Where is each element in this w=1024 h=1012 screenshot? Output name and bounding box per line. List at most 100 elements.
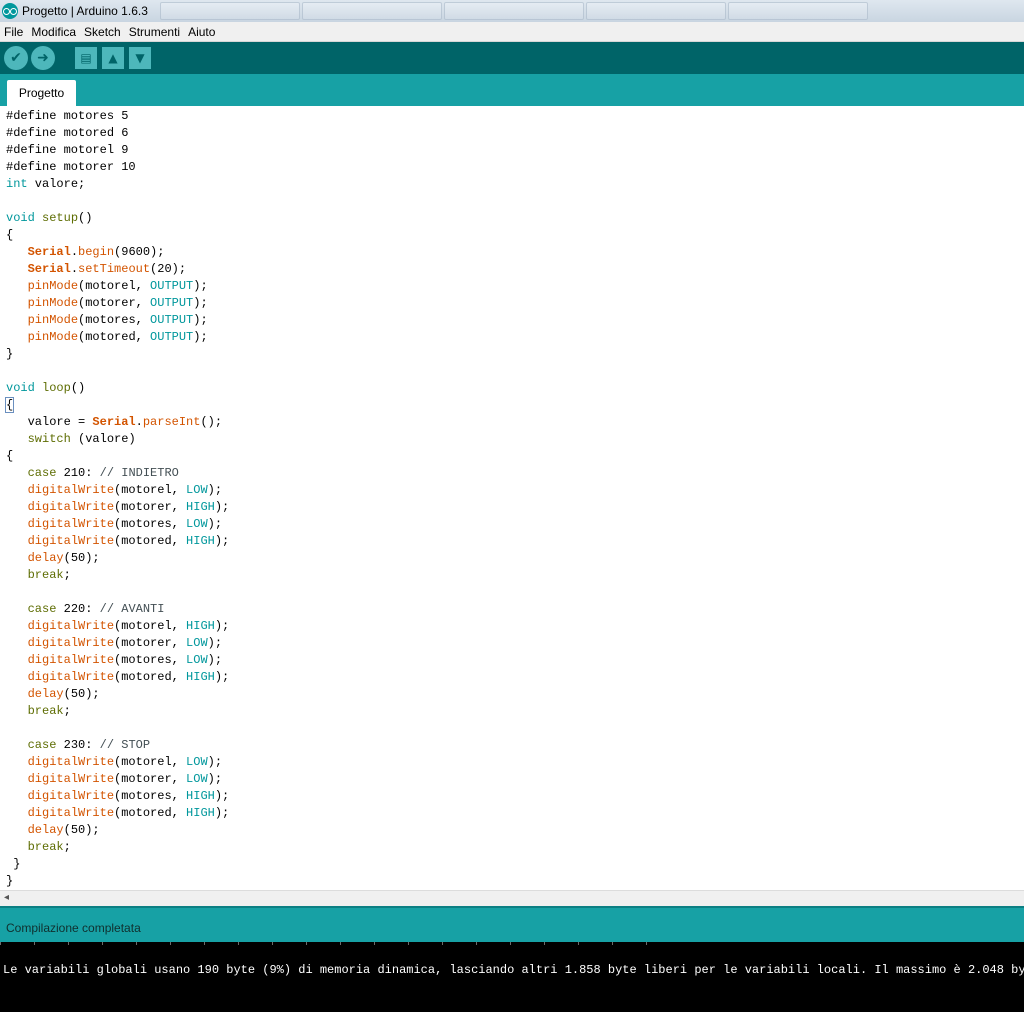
code-token: { <box>4 397 15 413</box>
code-line[interactable]: digitalWrite(motorer, LOW); <box>6 635 229 652</box>
code-token: ; <box>63 704 71 718</box>
open-sketch-button[interactable]: ▲ <box>102 47 124 69</box>
code-line[interactable]: break; <box>6 567 229 584</box>
verify-button[interactable]: ✔ <box>4 46 28 70</box>
menu-aiuto[interactable]: Aiuto <box>184 25 219 39</box>
save-sketch-button[interactable]: ▼ <box>129 47 151 69</box>
code-token: setTimeout <box>78 262 151 276</box>
code-line[interactable] <box>6 363 229 380</box>
tab-progetto[interactable]: Progetto <box>7 80 76 106</box>
code-line[interactable]: digitalWrite(motorel, LOW); <box>6 482 229 499</box>
code-line[interactable]: digitalWrite(motored, HIGH); <box>6 669 230 686</box>
code-line[interactable]: #define motores 5 <box>6 108 229 125</box>
taskbar-window[interactable] <box>443 2 584 20</box>
save-down-arrow-icon: ▼ <box>135 51 145 65</box>
code-token: LOW <box>186 653 208 667</box>
code-line[interactable]: digitalWrite(motores, HIGH); <box>6 788 230 805</box>
code-line[interactable]: pinMode(motores, OUTPUT); <box>6 312 229 329</box>
code-token: 220: <box>56 602 100 616</box>
code-line[interactable]: { <box>6 448 229 465</box>
code-token: digitalWrite <box>27 534 115 548</box>
code-line[interactable]: pinMode(motored, OUTPUT); <box>6 329 229 346</box>
code-token: HIGH <box>186 500 215 514</box>
menu-strumenti[interactable]: Strumenti <box>125 25 184 39</box>
code-line[interactable]: delay(50); <box>6 686 229 703</box>
code-line[interactable]: { <box>4 397 229 414</box>
taskbar-window[interactable] <box>585 2 726 20</box>
code-line[interactable]: { <box>6 227 229 244</box>
code-line[interactable]: #define motorel 9 <box>6 142 229 159</box>
code-line[interactable]: void setup() <box>6 210 229 227</box>
code-line[interactable] <box>6 584 229 601</box>
code-editor[interactable]: #define motores 5 #define motored 6 #defin… <box>0 106 1024 890</box>
code-line[interactable]: digitalWrite(motores, LOW); <box>6 652 229 669</box>
code-token: . <box>135 415 143 429</box>
code-line[interactable] <box>6 193 229 210</box>
code-line[interactable]: digitalWrite(motorel, HIGH); <box>6 618 230 635</box>
code-line[interactable]: digitalWrite(motored, HIGH); <box>6 533 230 550</box>
code-line[interactable]: valore = Serial.parseInt(); <box>6 414 229 431</box>
code-line[interactable]: #define motorer 10 <box>6 159 229 176</box>
code-token: (motorel, <box>114 755 187 769</box>
menu-sketch[interactable]: Sketch <box>80 25 125 39</box>
code-line[interactable]: digitalWrite(motorer, HIGH); <box>6 499 230 516</box>
code-line[interactable]: digitalWrite(motored, HIGH); <box>6 805 230 822</box>
code-line[interactable]: #define motored 6 <box>6 125 229 142</box>
code-token: HIGH <box>186 619 215 633</box>
code-token: #define motorer 10 <box>6 160 136 174</box>
code-line[interactable]: } <box>6 856 229 873</box>
code-line[interactable]: switch (valore) <box>6 431 229 448</box>
code-line[interactable]: Serial.begin(9600); <box>6 244 229 261</box>
code-token: digitalWrite <box>27 806 115 820</box>
new-sketch-button[interactable]: ▤ <box>75 47 97 69</box>
menu-file[interactable]: File <box>0 25 27 39</box>
horizontal-scrollbar[interactable]: ◂ <box>0 890 1024 906</box>
taskbar-window[interactable] <box>159 2 300 20</box>
code-token: ); <box>193 330 208 344</box>
code-token: LOW <box>186 636 208 650</box>
code-line[interactable]: delay(50); <box>6 550 229 567</box>
code-line[interactable]: case 230: // STOP <box>6 737 229 754</box>
code-line[interactable]: Serial.setTimeout(20); <box>6 261 229 278</box>
code-line[interactable]: digitalWrite(motores, LOW); <box>6 516 229 533</box>
code-token: 230: <box>56 738 100 752</box>
code-token: (50); <box>63 823 100 837</box>
code-line[interactable]: delay(50); <box>6 822 229 839</box>
menu-modifica[interactable]: Modifica <box>27 25 80 39</box>
menu-bar: File Modifica Sketch Strumenti Aiuto <box>0 22 1024 42</box>
code-token: ); <box>193 313 208 327</box>
window-title: Progetto | Arduino 1.6.3 <box>22 4 148 18</box>
code-token: // AVANTI <box>99 602 165 616</box>
code-line[interactable]: pinMode(motorer, OUTPUT); <box>6 295 229 312</box>
code-token: digitalWrite <box>27 636 115 650</box>
code-text[interactable]: #define motores 5 #define motored 6 #defin… <box>4 108 230 890</box>
taskbar-window[interactable] <box>727 2 868 20</box>
code-token: (9600); <box>114 245 165 259</box>
code-line[interactable]: case 220: // AVANTI <box>6 601 229 618</box>
code-line[interactable]: } <box>6 873 229 890</box>
code-token: (50); <box>63 687 100 701</box>
code-token: (motores, <box>114 653 187 667</box>
code-line[interactable]: digitalWrite(motorel, LOW); <box>6 754 229 771</box>
scroll-left-arrow-icon[interactable]: ◂ <box>4 892 9 903</box>
code-line[interactable]: case 210: // INDIETRO <box>6 465 229 482</box>
code-line[interactable]: break; <box>6 839 229 856</box>
code-line[interactable]: pinMode(motorel, OUTPUT); <box>6 278 229 295</box>
status-bar: Compilazione completata <box>0 906 1024 942</box>
code-line[interactable] <box>6 720 229 737</box>
code-line[interactable]: break; <box>6 703 229 720</box>
code-line[interactable]: } <box>6 346 229 363</box>
taskbar-window[interactable] <box>301 2 442 20</box>
console-message: Le variabili globali usano 190 byte (9%)… <box>3 963 1024 977</box>
code-token: (motorer, <box>114 772 187 786</box>
code-token: valore; <box>27 177 86 191</box>
upload-button[interactable]: ➜ <box>31 46 55 70</box>
code-line[interactable]: void loop() <box>6 380 229 397</box>
code-line[interactable]: int valore; <box>6 176 229 193</box>
code-line[interactable]: digitalWrite(motorer, LOW); <box>6 771 229 788</box>
